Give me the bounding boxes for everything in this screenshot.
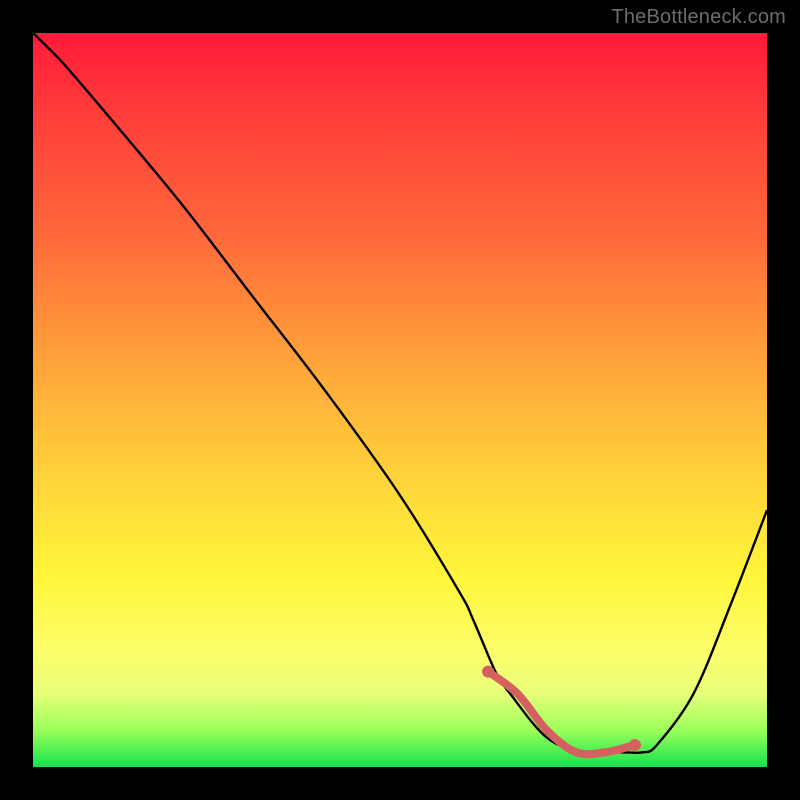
optimal-range-end-dot: [629, 739, 641, 751]
attribution-text: TheBottleneck.com: [611, 6, 786, 29]
chart-frame: TheBottleneck.com: [0, 0, 800, 800]
optimal-range-markers: [482, 666, 641, 755]
optimal-range-end-dot: [482, 666, 494, 678]
curve-layer: [33, 33, 767, 767]
plot-area: [33, 33, 767, 767]
bottleneck-curve-path: [33, 33, 767, 753]
optimal-range-path: [488, 672, 635, 755]
